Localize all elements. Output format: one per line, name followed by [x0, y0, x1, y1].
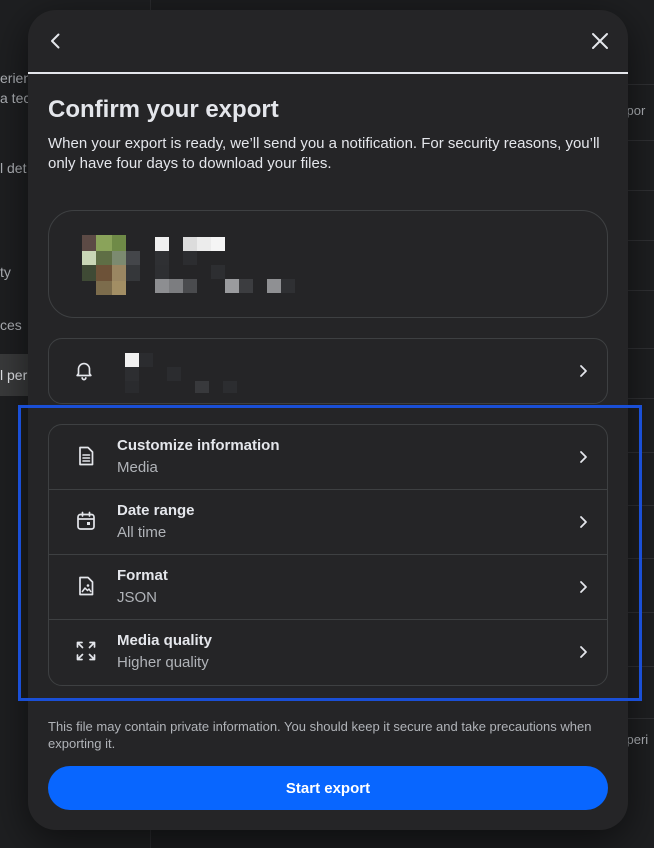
document-list-icon	[75, 445, 97, 467]
calendar-icon	[75, 510, 97, 532]
option-value: Media	[117, 459, 158, 476]
chevron-right-icon	[575, 579, 591, 595]
option-title: Media quality	[117, 632, 213, 649]
option-value: Higher quality	[117, 654, 209, 671]
option-customize-information[interactable]: Customize information Media	[49, 425, 607, 489]
export-options-list: Customize information Media Date range A…	[48, 424, 608, 686]
chevron-right-icon	[575, 644, 591, 660]
back-button[interactable]	[39, 24, 73, 58]
notification-recipient-row[interactable]	[48, 338, 608, 404]
close-button[interactable]	[583, 24, 617, 58]
confirm-export-dialog: Confirm your export When your export is …	[28, 10, 628, 830]
option-title: Format	[117, 567, 168, 584]
privacy-footnote: This file may contain private informatio…	[48, 719, 592, 751]
option-media-quality[interactable]: Media quality Higher quality	[49, 620, 607, 684]
bg-nav-text: l det	[0, 160, 27, 176]
option-title: Date range	[117, 502, 195, 519]
chevron-right-icon	[575, 514, 591, 530]
chevron-right-icon	[575, 363, 591, 379]
bell-icon	[73, 359, 97, 383]
option-date-range[interactable]: Date range All time	[49, 490, 607, 554]
expand-arrows-icon	[75, 640, 97, 662]
progress-bar	[28, 72, 628, 74]
dialog-title: Confirm your export	[48, 96, 279, 123]
option-format[interactable]: Format JSON	[49, 555, 607, 619]
close-icon	[592, 33, 608, 49]
chevron-left-icon	[51, 33, 60, 49]
bg-nav-text: erien	[0, 70, 32, 86]
option-title: Customize information	[117, 437, 280, 454]
start-export-button[interactable]: Start export	[48, 766, 608, 810]
bg-nav-text: a tec	[0, 90, 31, 106]
bg-nav-text: ces	[0, 317, 22, 333]
dialog-header	[28, 10, 628, 72]
account-card	[48, 210, 608, 318]
image-file-icon	[75, 575, 97, 597]
option-value: All time	[117, 524, 167, 541]
chevron-right-icon	[575, 449, 591, 465]
dialog-description: When your export is ready, we’ll send yo…	[48, 135, 600, 172]
bg-nav-text: ty	[0, 264, 11, 280]
option-value: JSON	[117, 589, 158, 606]
